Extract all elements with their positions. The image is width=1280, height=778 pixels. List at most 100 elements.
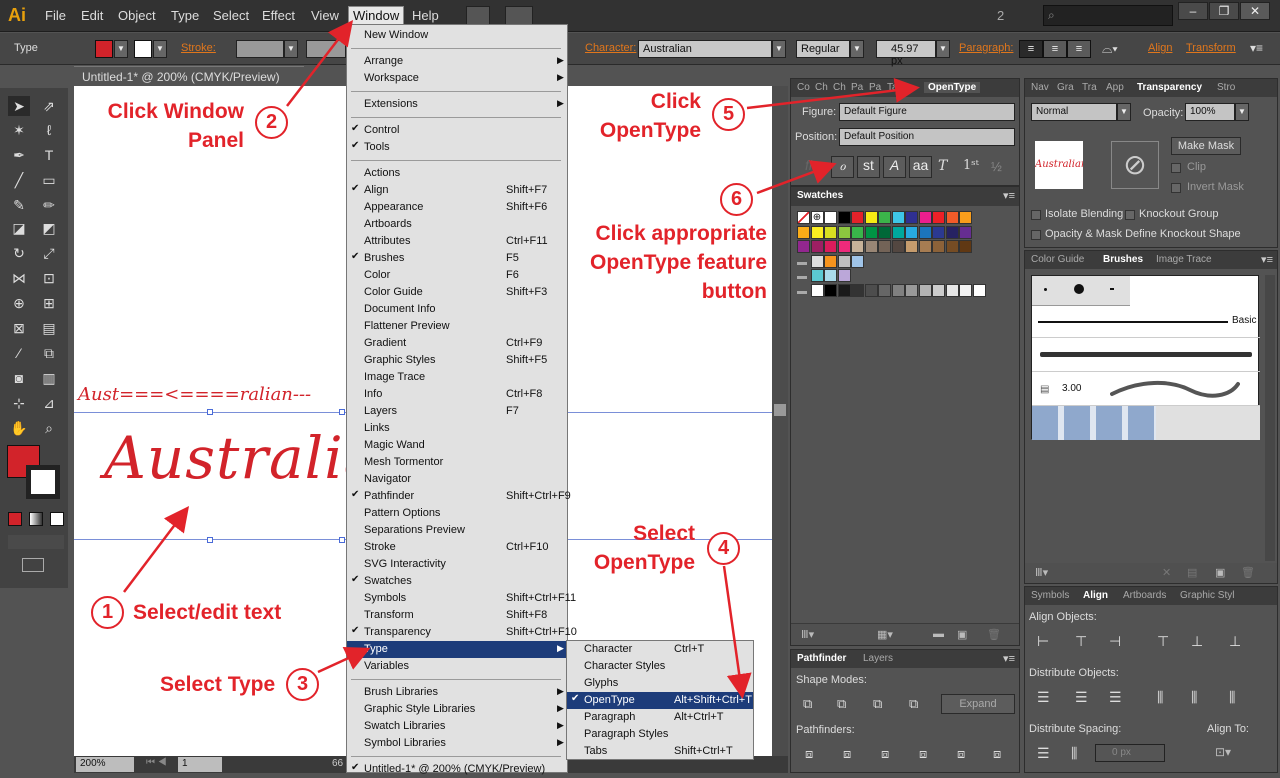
font-size-dropdown[interactable]: ▼ [936, 40, 950, 58]
window-menu-item[interactable]: SVG Interactivity [347, 556, 567, 573]
window-menu-item[interactable]: Actions [347, 165, 567, 182]
pattern-brush-row[interactable] [1032, 406, 1260, 440]
color-swatch[interactable] [851, 240, 864, 253]
brush-options-icon[interactable]: ▤ [1187, 566, 1197, 579]
brushes-scrollbar[interactable] [1265, 275, 1275, 561]
window-menu-item[interactable]: Symbols Shift+Ctrl+F11 [347, 590, 576, 607]
discretionary-ligatures-icon[interactable]: st [857, 156, 880, 178]
window-menu-item[interactable]: ✔ Brushes F5 [347, 250, 567, 267]
tab-tabs[interactable]: Ta [887, 82, 898, 93]
color-swatch[interactable] [972, 283, 986, 297]
font-field[interactable]: Australian [638, 40, 772, 58]
window-menu-item[interactable]: Layers F7 [347, 403, 567, 420]
stroke-label[interactable]: Stroke: [181, 42, 216, 54]
color-swatch[interactable] [918, 283, 932, 297]
isolate-blending-checkbox[interactable] [1031, 210, 1041, 220]
blend-tool-icon[interactable]: ⧉ [38, 343, 60, 363]
color-swatch[interactable] [891, 240, 905, 253]
window-menu-item[interactable]: Artboards [347, 216, 567, 233]
scroll-thumb[interactable] [774, 404, 786, 416]
vertical-distribute-bottom-icon[interactable]: ☰ [1109, 689, 1122, 706]
intersect-icon[interactable]: ⧉ [873, 696, 882, 712]
font-dropdown[interactable]: ▼ [772, 40, 786, 58]
window-menu-item[interactable]: ✔ Align Shift+F7 [347, 182, 567, 199]
titling-alternates-icon[interactable]: T [938, 158, 947, 174]
delete-brush-icon[interactable]: 🗑 [1241, 566, 1255, 579]
stylistic-alternates-icon[interactable]: aa [909, 156, 932, 178]
color-swatch[interactable] [932, 283, 945, 297]
color-swatch[interactable] [864, 283, 878, 297]
free-transform-tool-icon[interactable]: ⊡ [38, 268, 60, 288]
tab-artboards[interactable]: Artboards [1123, 590, 1166, 601]
window-menu-item[interactable]: Navigator [347, 471, 567, 488]
window-menu-item[interactable]: Color Guide Shift+F3 [347, 284, 567, 301]
tab-brushes[interactable]: Brushes [1103, 254, 1143, 265]
horizontal-align-right-icon[interactable]: ⊣ [1109, 633, 1121, 650]
selection-handle[interactable] [339, 537, 345, 543]
tab-paragraph[interactable]: Pa [851, 82, 863, 93]
opacity-mask-checkbox[interactable] [1031, 230, 1041, 240]
stroke-weight-dropdown[interactable]: ▼ [284, 40, 298, 58]
color-swatch[interactable] [905, 240, 918, 253]
tab-transform[interactable]: Tra [1082, 82, 1097, 93]
document-tab[interactable]: Untitled-1* @ 200% (CMYK/Preview) [74, 66, 304, 86]
horizontal-align-center-icon[interactable]: ⊤ [1075, 633, 1087, 650]
zoom-field[interactable]: 200% [76, 757, 134, 772]
menu-select[interactable]: Select [213, 8, 249, 23]
charcoal-brush-row[interactable] [1032, 338, 1260, 372]
color-swatch[interactable] [905, 283, 918, 297]
none-swatch[interactable] [797, 211, 810, 224]
type-menu-item[interactable]: Character Ctrl+T [567, 641, 753, 658]
invert-mask-checkbox[interactable] [1171, 183, 1181, 193]
blob-brush-tool-icon[interactable]: ◪ [8, 218, 30, 238]
selection-handle[interactable] [207, 409, 213, 415]
slice-tool-icon[interactable]: ⊿ [38, 393, 60, 413]
color-swatch[interactable] [878, 240, 891, 253]
control-menu-icon[interactable]: ▾≡ [1250, 41, 1263, 55]
color-swatch[interactable] [797, 240, 810, 253]
color-swatch[interactable] [959, 240, 972, 253]
knockout-group-checkbox[interactable] [1125, 210, 1135, 220]
window-menu-item[interactable]: Transform Shift+F8 [347, 607, 567, 624]
artboard-tool-icon[interactable]: ⊹ [8, 393, 30, 413]
color-swatch[interactable] [932, 225, 945, 239]
color-swatch[interactable] [864, 211, 878, 224]
type-menu-item[interactable]: Paragraph Styles [567, 726, 753, 743]
panel-menu-icon[interactable]: ▾≡ [1003, 189, 1015, 202]
bridge-icon[interactable] [466, 6, 490, 26]
swatch-libraries-icon[interactable]: Ⅲ▾ [801, 628, 814, 641]
color-swatch[interactable] [878, 211, 891, 224]
symbol-sprayer-tool-icon[interactable]: ◙ [8, 368, 30, 388]
tab-stroke[interactable]: Stro [1217, 82, 1235, 93]
tab-opentype[interactable]: OpenType [924, 82, 981, 93]
window-menu-item[interactable]: Attributes Ctrl+F11 [347, 233, 567, 250]
window-menu-item[interactable]: Gradient Ctrl+F9 [347, 335, 567, 352]
spacing-field[interactable]: 0 px [1095, 744, 1165, 762]
fill-swatch[interactable] [95, 40, 113, 58]
align-right-icon[interactable]: ≡ [1067, 40, 1091, 58]
align-left-icon[interactable]: ≡ [1019, 40, 1043, 58]
exclude-icon[interactable]: ⧉ [909, 696, 918, 712]
gradient-mode-icon[interactable] [29, 512, 43, 526]
brush-dot-small[interactable] [1044, 288, 1047, 291]
color-swatch[interactable] [918, 240, 932, 253]
window-menu-item[interactable]: Appearance Shift+F6 [347, 199, 567, 216]
window-menu-item[interactable]: ✔ Pathfinder Shift+Ctrl+F9 [347, 488, 571, 505]
new-color-group-icon[interactable]: ▬ [933, 628, 944, 640]
magic-wand-tool-icon[interactable]: ✶ [8, 120, 30, 140]
mesh-tool-icon[interactable]: ⊠ [8, 318, 30, 338]
align-to-dropdown-icon[interactable]: ⊡▾ [1215, 745, 1231, 759]
fractions-icon[interactable]: ½ [991, 159, 1002, 174]
color-swatch[interactable] [797, 225, 810, 239]
character-label[interactable]: Character: [585, 42, 636, 54]
color-swatch[interactable] [905, 211, 918, 224]
outline-icon[interactable]: ⧈ [957, 746, 965, 762]
window-menu-item[interactable]: Variables [347, 658, 567, 675]
window-menu-item[interactable]: Extensions ▶ [347, 96, 567, 113]
window-menu-item[interactable]: Mesh Tormentor [347, 454, 567, 471]
window-menu-item[interactable]: New Window [347, 27, 567, 44]
style-field[interactable]: Regular [796, 40, 850, 58]
color-swatch[interactable] [945, 240, 959, 253]
font-size-field[interactable]: 45.97 px [876, 40, 936, 67]
tab-paragraph-styles[interactable]: Pa [869, 82, 881, 93]
